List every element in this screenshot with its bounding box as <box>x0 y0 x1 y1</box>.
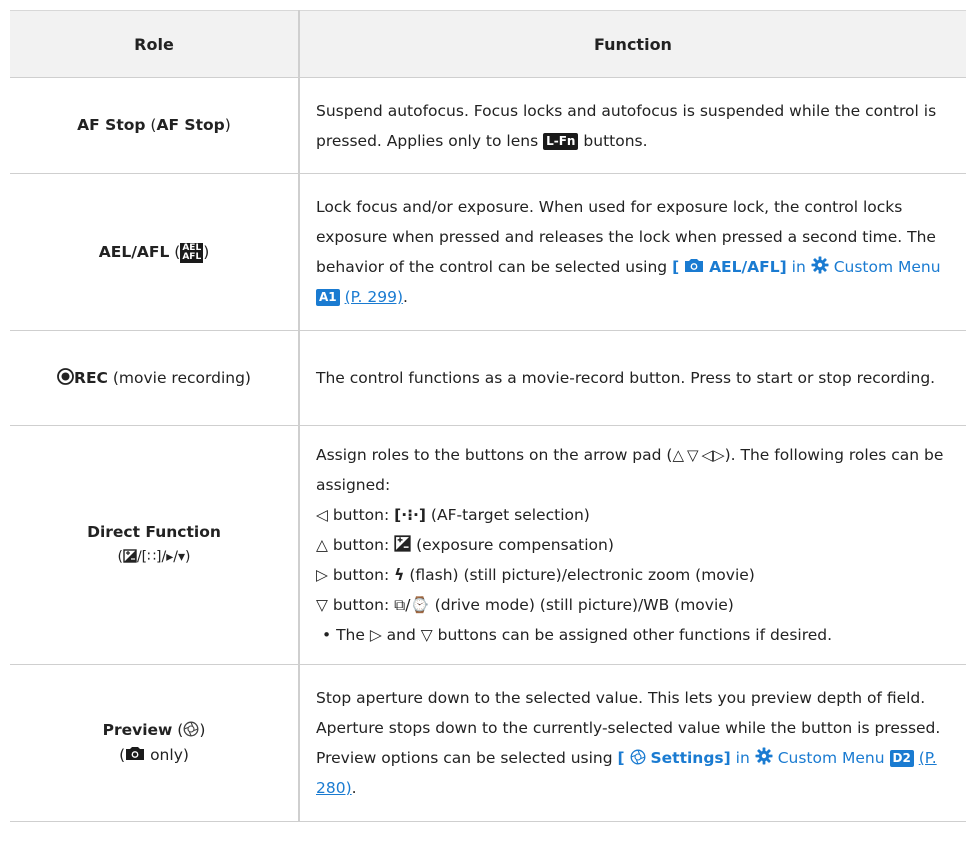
menu-badge-d2: D2 <box>889 750 914 767</box>
link-label: AEL/AFL] <box>709 258 787 276</box>
custom-menu-link[interactable]: Custom Menu <box>778 749 885 767</box>
functions-table: Role Function AF Stop (AF Stop) Suspend … <box>10 10 966 822</box>
down-button-line: ▽ button: ⧉/⌚ (drive mode) (still pictur… <box>316 590 948 620</box>
in-text: in <box>791 258 806 276</box>
camera-icon <box>126 747 145 760</box>
exposure-compensation-icon <box>123 549 137 563</box>
bullet-note: • The ▷ and ▽ buttons can be assigned ot… <box>322 626 833 644</box>
up-button-line: △ button: (exposure compensation) <box>316 530 948 560</box>
table-row: Direct Function (/[∷]/▸/▾) Assign roles … <box>10 425 966 665</box>
function-text: The control functions as a movie-record … <box>316 369 936 387</box>
header-function: Function <box>299 10 966 78</box>
flash-icon: ϟ <box>394 566 405 584</box>
right-button-label: ▷ button: <box>316 566 390 584</box>
page-link[interactable]: (P. 299) <box>345 288 403 306</box>
function-cell: Suspend autofocus. Focus locks and autof… <box>299 77 966 174</box>
role-only: only) <box>150 746 189 764</box>
aperture-preview-icon <box>183 721 199 737</box>
table-row: REC (movie recording) The control functi… <box>10 330 966 426</box>
custom-menu-link[interactable]: Custom Menu <box>834 258 941 276</box>
role-cell: Preview () ( only) <box>10 664 300 822</box>
role-name: Preview <box>102 721 173 739</box>
preview-settings-link[interactable]: [ Settings] <box>618 749 731 767</box>
end-punct: . <box>403 288 408 306</box>
role-name: AEL/AFL <box>98 242 170 261</box>
role-cell: AF Stop (AF Stop) <box>10 77 300 174</box>
role-sub-text: /[∷]/▸/▾ <box>136 549 186 565</box>
function-cell: Assign roles to the buttons on the arrow… <box>299 425 966 665</box>
up-button-desc: (exposure compensation) <box>416 536 614 554</box>
right-button-line: ▷ button: ϟ (flash) (still picture)/elec… <box>316 560 948 590</box>
link-bracket: [ <box>617 749 625 767</box>
role-sub: (/[∷]/▸/▾) <box>117 549 191 565</box>
table-header-row: Role Function <box>10 10 966 78</box>
exposure-compensation-icon <box>394 535 411 552</box>
afl-label: AFL <box>182 251 202 262</box>
link-label: Settings] <box>650 749 731 767</box>
ael-afl-link[interactable]: [ AEL/AFL] <box>672 258 787 276</box>
end-punct: . <box>351 779 357 797</box>
direct-intro: Assign roles to the buttons on the arrow… <box>316 440 948 500</box>
aperture-preview-icon <box>630 749 645 765</box>
function-cell: Stop aperture down to the selected value… <box>299 664 966 822</box>
down-button-label: ▽ button: <box>316 596 390 614</box>
left-button-line: ◁ button: [·⁝·] (AF-target selection) <box>316 500 948 530</box>
arrow-pad-glyphs: △ ▽ ◁▷ <box>672 446 725 464</box>
gear-icon <box>811 256 829 274</box>
table-row: AF Stop (AF Stop) Suspend autofocus. Foc… <box>10 77 966 174</box>
role-name-paren: AF Stop <box>156 116 225 134</box>
in-text: in <box>735 749 750 767</box>
role-desc: (movie recording) <box>112 368 251 387</box>
table-row: Preview () ( only) Stop aperture down to… <box>10 664 966 822</box>
lens-fn-icon: L-Fn <box>543 132 579 150</box>
right-button-desc: (flash) (still picture)/electronic zoom … <box>409 566 755 584</box>
record-icon <box>57 367 74 385</box>
function-cell: Lock focus and/or exposure. When used fo… <box>299 173 966 331</box>
drive-mode-icon: ⧉/⌚ <box>394 596 430 614</box>
link-bracket: [ <box>672 258 680 276</box>
function-cell: The control functions as a movie-record … <box>299 330 966 426</box>
left-button-desc: (AF-target selection) <box>430 506 590 524</box>
function-tail: buttons. <box>583 131 648 150</box>
table-row: AEL/AFL (AEL AFL) Lock focus and/or expos… <box>10 173 966 331</box>
gear-icon <box>755 747 773 765</box>
af-target-icon: [·⁝·] <box>394 506 426 524</box>
intro-text: Assign roles to the buttons on the arrow… <box>316 446 673 464</box>
up-button-label: △ button: <box>316 536 390 554</box>
role-cell: Direct Function (/[∷]/▸/▾) <box>10 425 300 665</box>
menu-badge-a1: A1 <box>316 289 340 306</box>
ael-afl-icon: AEL AFL <box>180 242 204 263</box>
camera-icon <box>685 259 704 272</box>
role-name: AF Stop <box>77 116 146 134</box>
role-cell: REC (movie recording) <box>10 330 300 426</box>
role-cell: AEL/AFL (AEL AFL) <box>10 173 300 331</box>
down-button-desc: (drive mode) (still picture)/WB (movie) <box>434 596 734 614</box>
header-role: Role <box>10 10 300 78</box>
left-button-label: ◁ button: <box>316 506 390 524</box>
role-name: REC <box>74 368 108 387</box>
role-name: Direct Function <box>87 523 221 541</box>
